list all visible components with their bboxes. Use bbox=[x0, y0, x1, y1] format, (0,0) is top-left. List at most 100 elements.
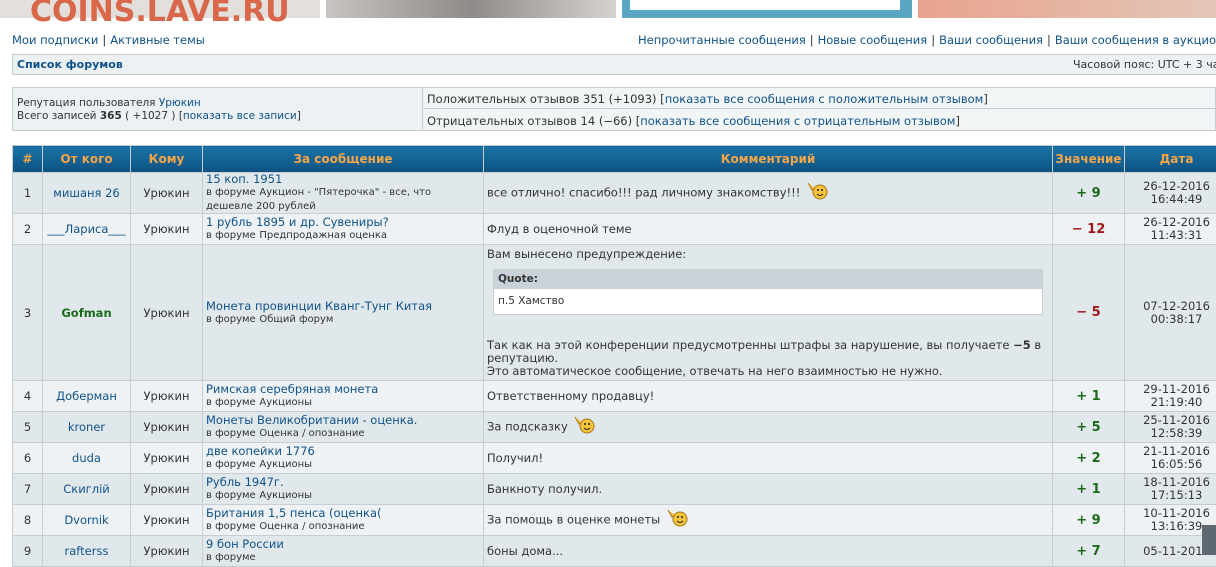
from-user-link[interactable]: Gofman bbox=[61, 306, 111, 320]
forum-link[interactable]: Аукционы bbox=[259, 490, 312, 501]
from-user-link[interactable]: rafterss bbox=[65, 544, 109, 558]
col-header-post[interactable]: За сообщение bbox=[203, 146, 484, 173]
thumbs-up-smiley-icon bbox=[804, 180, 830, 200]
rating-value: + 1 bbox=[1053, 474, 1125, 505]
total-delta: ( +1027 ) bbox=[125, 110, 175, 122]
from-user-link[interactable]: мишаня 26 bbox=[53, 186, 119, 200]
row-number: 2 bbox=[13, 214, 43, 245]
comment-text: За подсказку bbox=[487, 420, 568, 434]
forum-link[interactable]: Аукционы bbox=[259, 397, 312, 408]
rating-value: + 1 bbox=[1053, 381, 1125, 412]
col-header-comment[interactable]: Комментарий bbox=[484, 146, 1053, 173]
thumbs-up-smiley-icon bbox=[571, 414, 597, 434]
to-user: Урюкин bbox=[131, 474, 203, 505]
your-auction-posts-link[interactable]: Ваши сообщения в аукциона bbox=[1055, 33, 1216, 47]
from-user-link[interactable]: Доберман bbox=[56, 389, 117, 403]
forum-link[interactable]: Оценка / опознание bbox=[259, 428, 364, 439]
positive-summary: Положительных отзывов 351 (+1093) [показ… bbox=[424, 88, 1215, 109]
forum-prefix: в форуме bbox=[206, 459, 256, 470]
row-number: 7 bbox=[13, 474, 43, 505]
thumbs-up-smiley-icon bbox=[664, 507, 690, 527]
your-posts-link[interactable]: Ваши сообщения bbox=[939, 33, 1043, 47]
rating-time: 21:19:40 bbox=[1151, 395, 1203, 409]
table-row: 1 мишаня 26 Урюкин 15 коп. 1951 в форуме… bbox=[13, 173, 1216, 214]
col-header-to[interactable]: Кому bbox=[131, 146, 203, 173]
to-user: Урюкин bbox=[131, 381, 203, 412]
comment-text: Банкноту получил. bbox=[484, 474, 1053, 505]
row-number: 5 bbox=[13, 412, 43, 443]
rating-date: 26-12-2016 bbox=[1143, 179, 1210, 193]
topic-link[interactable]: 9 бон России bbox=[206, 537, 284, 551]
forum-prefix: в форуме bbox=[206, 428, 256, 439]
new-posts-link[interactable]: Новые сообщения bbox=[818, 33, 928, 47]
col-header-number[interactable]: # bbox=[13, 146, 43, 173]
from-user-link[interactable]: Dvornik bbox=[64, 513, 108, 527]
topic-link[interactable]: 15 коп. 1951 bbox=[206, 172, 282, 186]
show-negative-link[interactable]: показать все сообщения с отрицательным о… bbox=[640, 114, 955, 128]
forum-prefix: в форуме bbox=[206, 397, 256, 408]
show-all-link[interactable]: показать все записи bbox=[183, 110, 297, 122]
rating-value: + 5 bbox=[1053, 412, 1125, 443]
topic-link[interactable]: Рубль 1947г. bbox=[206, 475, 284, 489]
table-row: 2 ___Лариса___ Урюкин 1 рубль 1895 и др.… bbox=[13, 214, 1216, 245]
forum-link[interactable]: Оценка / опознание bbox=[259, 521, 364, 532]
table-row: 9 rafterss Урюкин 9 бон России в форуме … bbox=[13, 536, 1216, 567]
site-logo[interactable]: COINS.LAVE.RU bbox=[30, 0, 290, 29]
site-banner: COINS.LAVE.RU bbox=[0, 0, 1216, 18]
from-user-link[interactable]: ___Лариса___ bbox=[47, 222, 125, 236]
to-user: Урюкин bbox=[131, 505, 203, 536]
top-links: Мои подписки|Активные темы Непрочитанные… bbox=[12, 33, 1216, 49]
forum-list-link[interactable]: Список форумов bbox=[17, 58, 123, 71]
row-number: 9 bbox=[13, 536, 43, 567]
warning-heading: Вам вынесено предупреждение: bbox=[487, 248, 1049, 261]
forum-link[interactable]: Аукционы bbox=[259, 459, 312, 470]
rating-time: 00:38:17 bbox=[1151, 312, 1203, 326]
from-user-link[interactable]: kroner bbox=[68, 420, 105, 434]
scroll-to-top-handle[interactable] bbox=[1202, 525, 1216, 555]
forum-link[interactable]: Общий форум bbox=[259, 314, 333, 325]
topic-link[interactable]: Монеты Великобритании - оценка. bbox=[206, 413, 417, 427]
rating-date: 18-11-2016 bbox=[1143, 475, 1210, 489]
from-user-link[interactable]: Скиглій bbox=[63, 482, 110, 496]
banner-thumb[interactable] bbox=[622, 0, 912, 18]
user-link[interactable]: Урюкин bbox=[159, 97, 201, 109]
quote-text: п.5 Хамство bbox=[494, 289, 1042, 314]
topic-link[interactable]: 1 рубль 1895 и др. Сувениры? bbox=[206, 215, 389, 229]
forum-prefix: в форуме bbox=[206, 521, 256, 532]
topic-link[interactable]: Монета провинции Кванг-Тунг Китая bbox=[206, 299, 432, 313]
row-number: 4 bbox=[13, 381, 43, 412]
show-positive-link[interactable]: показать все сообщения с положительным о… bbox=[665, 92, 984, 106]
forum-link[interactable]: Предпродажная оценка bbox=[259, 230, 387, 241]
row-number: 3 bbox=[13, 245, 43, 381]
comment-text: Ответственному продавцу! bbox=[484, 381, 1053, 412]
rating-time: 12:58:39 bbox=[1151, 426, 1203, 440]
col-header-date[interactable]: Дата bbox=[1125, 146, 1216, 173]
rating-time: 16:05:56 bbox=[1151, 457, 1203, 471]
banner-thumb[interactable] bbox=[918, 0, 1216, 18]
total-value: 365 bbox=[100, 110, 122, 122]
to-user: Урюкин bbox=[131, 214, 203, 245]
rating-time: 11:43:31 bbox=[1151, 228, 1203, 242]
topic-link[interactable]: Британия 1,5 пенса (оценка( bbox=[206, 506, 381, 520]
topic-link[interactable]: две копейки 1776 bbox=[206, 444, 315, 458]
my-subscriptions-link[interactable]: Мои подписки bbox=[12, 33, 98, 47]
banner-thumb[interactable] bbox=[326, 0, 616, 18]
topic-link[interactable]: Римская серебряная монета bbox=[206, 382, 378, 396]
rating-value: + 9 bbox=[1053, 173, 1125, 214]
rating-time: 16:44:49 bbox=[1151, 192, 1203, 206]
table-row: 7 Скиглій Урюкин Рубль 1947г. в форуме А… bbox=[13, 474, 1216, 505]
reputation-user-label: Репутация пользователя bbox=[17, 97, 155, 109]
unread-posts-link[interactable]: Непрочитанные сообщения bbox=[638, 33, 806, 47]
forum-prefix: в форуме bbox=[206, 314, 256, 325]
active-topics-link[interactable]: Активные темы bbox=[110, 33, 205, 47]
quote-title: Quote: bbox=[494, 270, 1042, 289]
to-user: Урюкин bbox=[131, 173, 203, 214]
reputation-user-cell: Репутация пользователя Урюкин Всего запи… bbox=[13, 88, 423, 130]
table-row: 8 Dvornik Урюкин Британия 1,5 пенса (оце… bbox=[13, 505, 1216, 536]
rating-date: 25-11-2016 bbox=[1143, 413, 1210, 427]
col-header-from[interactable]: От кого bbox=[43, 146, 131, 173]
from-user-link[interactable]: duda bbox=[72, 451, 101, 465]
col-header-value[interactable]: Значение bbox=[1053, 146, 1125, 173]
rating-date: 29-11-2016 bbox=[1143, 382, 1210, 396]
rating-value: − 5 bbox=[1053, 245, 1125, 381]
